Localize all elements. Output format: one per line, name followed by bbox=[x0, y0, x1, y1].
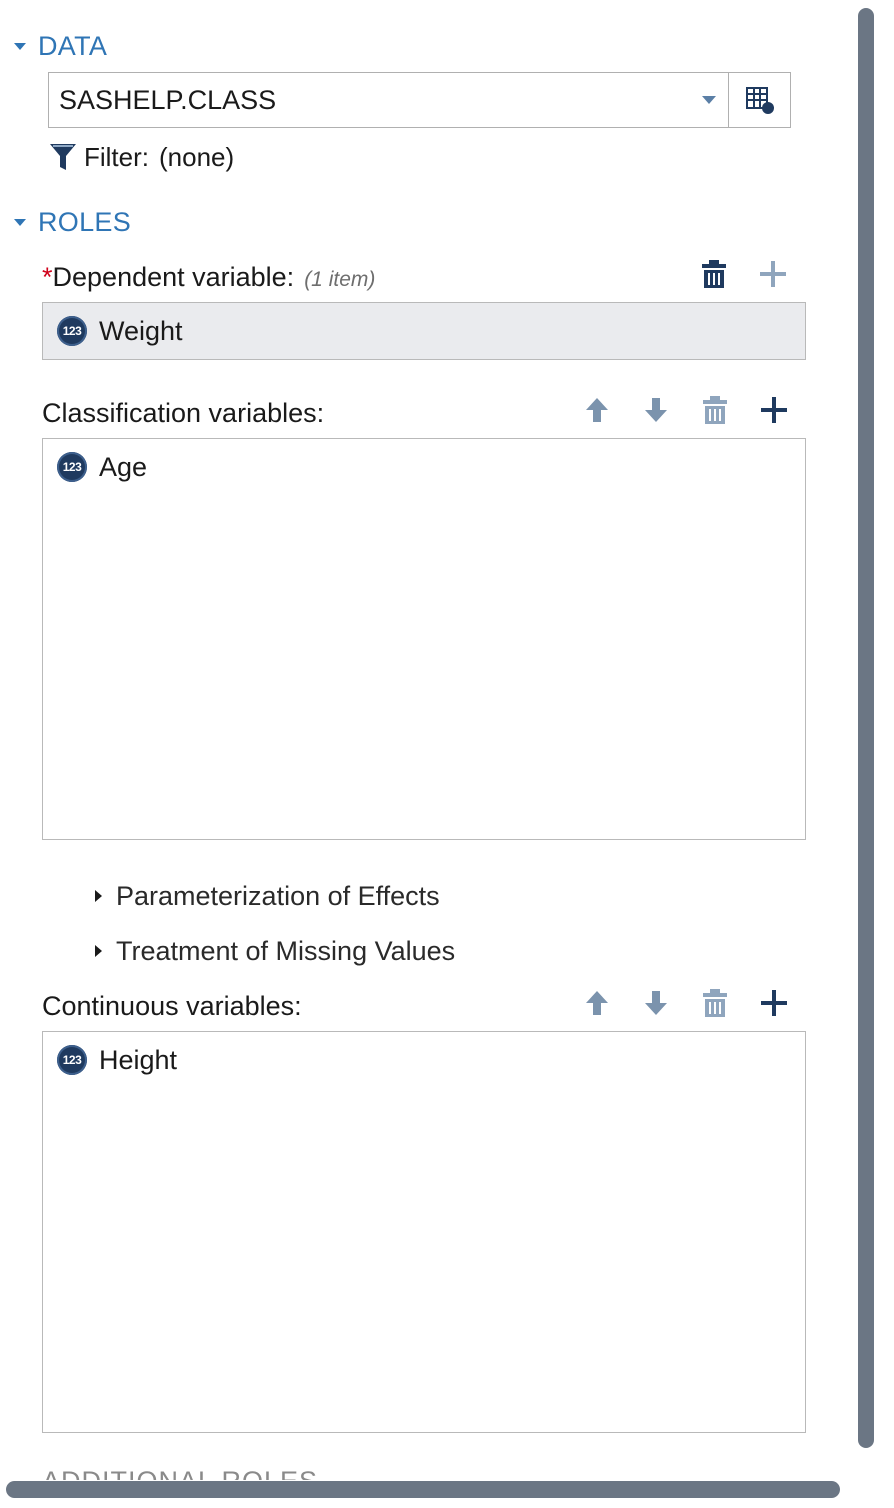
filter-row[interactable]: Filter: (none) bbox=[48, 140, 234, 174]
continuous-toolbar bbox=[555, 986, 791, 1020]
roles-section-header[interactable]: ROLES bbox=[14, 207, 131, 237]
dataset-selector[interactable]: SASHELP.CLASS bbox=[48, 72, 791, 128]
move-down-button[interactable] bbox=[639, 986, 673, 1020]
collapse-caret-icon bbox=[14, 42, 26, 50]
additional-roles-header-partial: ADDITIONAL ROLES bbox=[42, 1466, 318, 1480]
item-count: (1 item) bbox=[304, 268, 376, 291]
move-up-button[interactable] bbox=[580, 986, 614, 1020]
list-item[interactable]: 123 Weight bbox=[43, 303, 805, 359]
remove-button[interactable] bbox=[697, 257, 731, 291]
expand-caret-icon bbox=[95, 945, 102, 957]
vertical-scrollbar[interactable] bbox=[858, 8, 874, 1448]
funnel-icon bbox=[50, 144, 76, 170]
dependent-variable-list[interactable]: 123 Weight bbox=[42, 302, 806, 360]
add-button[interactable] bbox=[756, 257, 790, 291]
remove-button[interactable] bbox=[698, 393, 732, 427]
classification-variables-text: Classification variables: bbox=[42, 398, 325, 428]
move-up-button[interactable] bbox=[580, 393, 614, 427]
numeric-variable-icon: 123 bbox=[57, 1045, 87, 1075]
classification-variable-list[interactable]: 123 Age bbox=[42, 438, 806, 840]
roles-section-title: ROLES bbox=[38, 206, 132, 237]
add-button[interactable] bbox=[757, 986, 791, 1020]
variable-name: Height bbox=[99, 1044, 178, 1075]
list-item[interactable]: 123 Height bbox=[43, 1032, 805, 1088]
continuous-variables-text: Continuous variables: bbox=[42, 991, 302, 1021]
parameterization-expander[interactable]: Parameterization of Effects bbox=[95, 878, 440, 914]
trash-icon bbox=[703, 989, 727, 1017]
arrow-up-icon bbox=[586, 991, 608, 1015]
horizontal-scrollbar[interactable] bbox=[6, 1481, 840, 1498]
arrow-up-icon bbox=[586, 398, 608, 422]
numeric-variable-icon: 123 bbox=[57, 452, 87, 482]
dataset-value: SASHELP.CLASS bbox=[59, 84, 277, 115]
dependent-toolbar bbox=[672, 257, 790, 291]
expander-label: Parameterization of Effects bbox=[116, 880, 440, 911]
trash-icon bbox=[703, 396, 727, 424]
arrow-down-icon bbox=[645, 991, 667, 1015]
dependent-variable-text: Dependent variable: bbox=[52, 262, 295, 292]
data-section-title: DATA bbox=[38, 30, 108, 61]
table-grid-icon bbox=[745, 87, 774, 114]
plus-icon bbox=[760, 261, 786, 287]
arrow-down-icon bbox=[645, 398, 667, 422]
required-marker: * bbox=[42, 262, 53, 292]
missing-values-expander[interactable]: Treatment of Missing Values bbox=[95, 933, 455, 969]
variable-name: Weight bbox=[99, 315, 183, 346]
expand-caret-icon bbox=[95, 890, 102, 902]
collapse-caret-icon bbox=[14, 218, 26, 226]
chevron-down-icon[interactable] bbox=[702, 96, 716, 104]
trash-icon bbox=[702, 260, 726, 288]
list-item[interactable]: 123 Age bbox=[43, 439, 805, 495]
plus-icon bbox=[761, 990, 787, 1016]
filter-value: (none) bbox=[159, 141, 235, 172]
classification-toolbar bbox=[555, 393, 791, 427]
dependent-variable-label: * Dependent variable: (1 item) bbox=[42, 262, 375, 293]
numeric-variable-icon: 123 bbox=[57, 316, 87, 346]
select-table-button[interactable] bbox=[728, 73, 790, 127]
move-down-button[interactable] bbox=[639, 393, 673, 427]
continuous-variable-list[interactable]: 123 Height bbox=[42, 1031, 806, 1433]
continuous-variables-label: Continuous variables: bbox=[42, 991, 302, 1022]
classification-variables-label: Classification variables: bbox=[42, 398, 324, 429]
add-button[interactable] bbox=[757, 393, 791, 427]
filter-label: Filter: bbox=[84, 141, 149, 172]
dataset-dropdown[interactable]: SASHELP.CLASS bbox=[49, 73, 728, 127]
data-section-header[interactable]: DATA bbox=[14, 31, 107, 61]
remove-button[interactable] bbox=[698, 986, 732, 1020]
plus-icon bbox=[761, 397, 787, 423]
variable-name: Age bbox=[99, 451, 148, 482]
expander-label: Treatment of Missing Values bbox=[116, 935, 456, 966]
